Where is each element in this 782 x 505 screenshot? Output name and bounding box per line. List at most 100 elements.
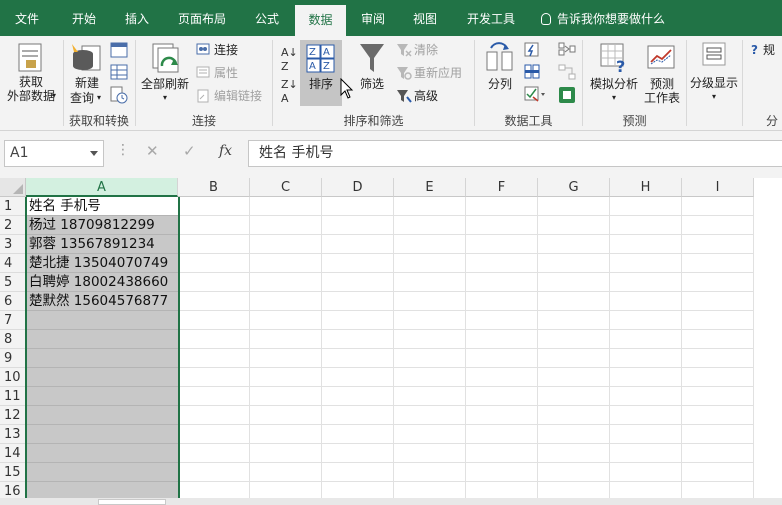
- forecast-sheet-label1[interactable]: 预测: [640, 77, 684, 91]
- cell-b5[interactable]: [178, 273, 250, 292]
- column-header-i[interactable]: I: [682, 178, 754, 197]
- cell-d12[interactable]: [322, 406, 394, 425]
- text-to-columns-button[interactable]: 分列: [480, 77, 520, 91]
- cell-h3[interactable]: [610, 235, 682, 254]
- cell-b10[interactable]: [178, 368, 250, 387]
- cell-b9[interactable]: [178, 349, 250, 368]
- cell-d1[interactable]: [322, 197, 394, 216]
- row-header-10[interactable]: 10: [0, 368, 26, 387]
- cell-c15[interactable]: [250, 463, 322, 482]
- cell-c5[interactable]: [250, 273, 322, 292]
- cell-b4[interactable]: [178, 254, 250, 273]
- tab-insert[interactable]: 插入: [112, 0, 162, 36]
- cell-d13[interactable]: [322, 425, 394, 444]
- column-header-a[interactable]: A: [26, 178, 178, 197]
- cell-h4[interactable]: [610, 254, 682, 273]
- enter-check-icon[interactable]: ✓: [183, 142, 196, 160]
- what-if-analysis-button[interactable]: 模拟分析: [588, 77, 640, 91]
- cell-f10[interactable]: [466, 368, 538, 387]
- new-query-label1[interactable]: 新建: [68, 76, 106, 90]
- tab-formulas[interactable]: 公式: [244, 0, 290, 36]
- cell-f9[interactable]: [466, 349, 538, 368]
- cell-d14[interactable]: [322, 444, 394, 463]
- cell-c6[interactable]: [250, 292, 322, 311]
- row-header-3[interactable]: 3: [0, 235, 26, 254]
- cell-c4[interactable]: [250, 254, 322, 273]
- cell-i12[interactable]: [682, 406, 754, 425]
- cell-c9[interactable]: [250, 349, 322, 368]
- insert-function-icon[interactable]: fx: [219, 143, 232, 159]
- outline-button[interactable]: 分级显示: [688, 76, 740, 90]
- cell-i13[interactable]: [682, 425, 754, 444]
- cell-e9[interactable]: [394, 349, 466, 368]
- cell-i8[interactable]: [682, 330, 754, 349]
- tab-data[interactable]: 数据: [295, 5, 346, 36]
- properties-button[interactable]: 属性: [214, 66, 238, 80]
- cell-b6[interactable]: [178, 292, 250, 311]
- cell-b12[interactable]: [178, 406, 250, 425]
- cell-f7[interactable]: [466, 311, 538, 330]
- cell-d8[interactable]: [322, 330, 394, 349]
- horizontal-scrollbar[interactable]: [0, 498, 782, 505]
- formula-bar-grip-icon[interactable]: ⋮: [116, 142, 130, 158]
- cell-e7[interactable]: [394, 311, 466, 330]
- cell-f1[interactable]: [466, 197, 538, 216]
- cell-d2[interactable]: [322, 216, 394, 235]
- cell-c13[interactable]: [250, 425, 322, 444]
- cell-i10[interactable]: [682, 368, 754, 387]
- cell-g11[interactable]: [538, 387, 610, 406]
- cell-g3[interactable]: [538, 235, 610, 254]
- cell-e1[interactable]: [394, 197, 466, 216]
- sort-za-icon[interactable]: Z↓ A: [281, 78, 298, 106]
- cell-i7[interactable]: [682, 311, 754, 330]
- connections-button[interactable]: 连接: [214, 43, 238, 57]
- cell-b8[interactable]: [178, 330, 250, 349]
- cell-e6[interactable]: [394, 292, 466, 311]
- cell-g2[interactable]: [538, 216, 610, 235]
- cell-c8[interactable]: [250, 330, 322, 349]
- cell-e3[interactable]: [394, 235, 466, 254]
- cell-e10[interactable]: [394, 368, 466, 387]
- clear-button[interactable]: 清除: [414, 43, 438, 57]
- cell-e12[interactable]: [394, 406, 466, 425]
- show-queries-icon[interactable]: [110, 42, 128, 58]
- cell-f4[interactable]: [466, 254, 538, 273]
- cell-i1[interactable]: [682, 197, 754, 216]
- cell-h9[interactable]: [610, 349, 682, 368]
- tab-page-layout[interactable]: 页面布局: [168, 0, 236, 36]
- cell-i5[interactable]: [682, 273, 754, 292]
- cell-c11[interactable]: [250, 387, 322, 406]
- cell-e8[interactable]: [394, 330, 466, 349]
- data-model-icon[interactable]: [558, 86, 576, 104]
- cell-c3[interactable]: [250, 235, 322, 254]
- select-all-button[interactable]: [0, 178, 26, 197]
- row-header-11[interactable]: 11: [0, 387, 26, 406]
- cell-f11[interactable]: [466, 387, 538, 406]
- cell-h7[interactable]: [610, 311, 682, 330]
- cell-i15[interactable]: [682, 463, 754, 482]
- cell-b13[interactable]: [178, 425, 250, 444]
- cell-h8[interactable]: [610, 330, 682, 349]
- row-header-1[interactable]: 1: [0, 197, 26, 216]
- edit-links-button[interactable]: 编辑链接: [214, 89, 262, 103]
- cell-g9[interactable]: [538, 349, 610, 368]
- column-header-h[interactable]: H: [610, 178, 682, 197]
- column-header-d[interactable]: D: [322, 178, 394, 197]
- cell-g1[interactable]: [538, 197, 610, 216]
- cell-d3[interactable]: [322, 235, 394, 254]
- cell-i6[interactable]: [682, 292, 754, 311]
- cell-h1[interactable]: [610, 197, 682, 216]
- consolidate-icon[interactable]: [558, 42, 576, 56]
- cell-c10[interactable]: [250, 368, 322, 387]
- tab-file[interactable]: 文件: [0, 0, 54, 36]
- cell-e14[interactable]: [394, 444, 466, 463]
- cell-f15[interactable]: [466, 463, 538, 482]
- remove-duplicates-icon[interactable]: [524, 64, 540, 80]
- scrollbar-thumb[interactable]: [98, 499, 166, 505]
- cell-e2[interactable]: [394, 216, 466, 235]
- column-header-c[interactable]: C: [250, 178, 322, 197]
- cell-f8[interactable]: [466, 330, 538, 349]
- cell-h2[interactable]: [610, 216, 682, 235]
- cell-e15[interactable]: [394, 463, 466, 482]
- cell-b15[interactable]: [178, 463, 250, 482]
